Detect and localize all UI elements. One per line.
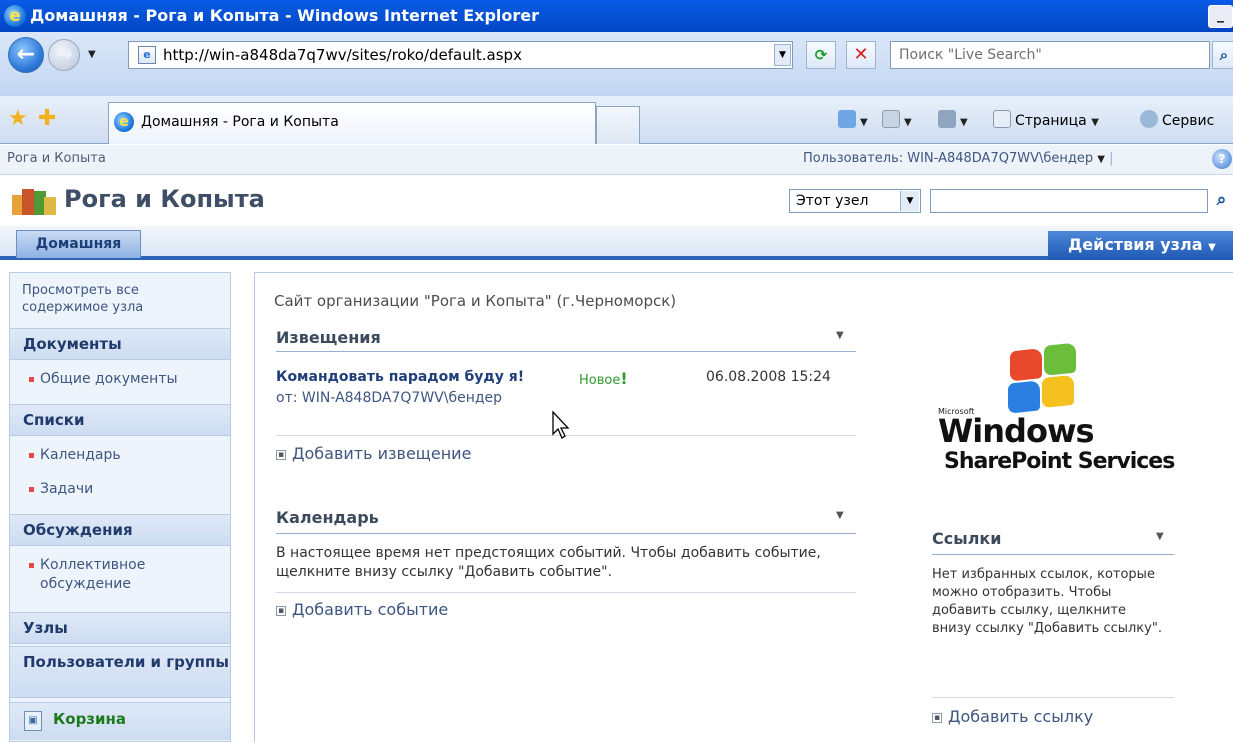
help-icon[interactable]: ?: [1212, 149, 1232, 169]
ie-logo-icon: e: [4, 5, 26, 27]
site-logo-icon: [12, 187, 56, 217]
windows-logo-text: Windows: [938, 412, 1095, 450]
tools-menu[interactable]: Сервис: [1140, 110, 1214, 129]
search-go-icon[interactable]: ⌕: [1212, 41, 1233, 69]
window-titlebar: e Домашняя - Рога и Копыта - Windows Int…: [0, 0, 1233, 32]
home-icon[interactable]: ▼: [838, 110, 868, 129]
bullet-icon: [29, 453, 34, 458]
browser-tab-active[interactable]: Домашняя - Рога и Копыта: [108, 102, 596, 144]
window-title: Домашняя - Рога и Копыта - Windows Inter…: [30, 6, 540, 25]
tab-home[interactable]: Домашняя: [16, 230, 141, 258]
stop-button[interactable]: ✕: [846, 41, 876, 69]
page-menu[interactable]: Страница ▼: [993, 110, 1099, 129]
ql-item-tasks[interactable]: Задачи: [40, 480, 93, 499]
site-search-input[interactable]: [930, 189, 1208, 213]
site-title[interactable]: Рога и Копыта: [64, 185, 265, 213]
ql-item-shared-documents[interactable]: Общие документы: [40, 370, 178, 389]
separator: [932, 697, 1174, 698]
webpart-menu-icon[interactable]: ▼: [1156, 531, 1164, 542]
ql-heading-sites[interactable]: Узлы: [10, 612, 230, 644]
live-search-input[interactable]: Поиск "Live Search": [890, 41, 1210, 69]
mouse-cursor-icon: [552, 410, 570, 439]
ql-heading-lists[interactable]: Списки: [10, 404, 230, 436]
webpart-menu-icon[interactable]: ▼: [836, 330, 844, 341]
webpart-divider: [276, 351, 856, 352]
ql-heading-people-groups[interactable]: Пользователи и группы: [10, 646, 230, 698]
refresh-button[interactable]: ⟳: [806, 41, 836, 69]
add-announcement-link[interactable]: ▪ Добавить извещение: [276, 444, 471, 463]
bullet-icon: [29, 377, 34, 382]
webpart-menu-icon[interactable]: ▼: [836, 510, 844, 521]
address-dropdown-icon[interactable]: ▼: [774, 44, 791, 66]
minimize-button[interactable]: _: [1208, 5, 1233, 28]
windows-flag-icon: [1008, 342, 1078, 415]
ql-item-calendar[interactable]: Календарь: [40, 446, 121, 465]
links-empty-text: Нет избранных ссылок, которые можно отоб…: [932, 567, 1162, 636]
address-input[interactable]: http://win-a848da7q7wv/sites/roko/defaul…: [128, 41, 793, 69]
links-title[interactable]: Ссылки: [932, 529, 1001, 548]
announcement-author[interactable]: от: WIN-A848DA7Q7WV\бендер: [276, 390, 502, 406]
webpart-divider: [932, 554, 1174, 555]
bullet-icon: [29, 563, 34, 568]
back-button[interactable]: ←: [8, 37, 44, 73]
forward-button[interactable]: →: [48, 39, 80, 71]
new-tab-button[interactable]: [596, 106, 640, 144]
user-menu[interactable]: Пользователь: WIN-A848DA7Q7WV\бендер ▼ |: [803, 151, 1113, 166]
ql-item-team-discussion[interactable]: Коллективное обсуждение: [40, 556, 190, 594]
history-dropdown-icon[interactable]: ▼: [88, 49, 96, 60]
add-icon: ▪: [276, 450, 286, 460]
bullet-icon: [29, 487, 34, 492]
global-breadcrumb[interactable]: Рога и Копыта: [7, 151, 106, 166]
add-link-link[interactable]: ▪ Добавить ссылку: [932, 707, 1093, 726]
add-icon: ▪: [276, 606, 286, 616]
site-description: Сайт организации "Рога и Копыта" (г.Черн…: [274, 292, 677, 310]
recycle-bin-icon[interactable]: ▣: [24, 711, 42, 731]
view-all-content-link[interactable]: Просмотреть все содержимое узла: [22, 282, 202, 316]
calendar-empty-text: В настоящее время нет предстоящих событи…: [276, 545, 821, 580]
new-badge: Новое!: [579, 369, 628, 388]
add-favorites-icon[interactable]: ✚: [38, 106, 56, 131]
ql-heading-documents[interactable]: Документы: [10, 328, 230, 360]
feeds-icon[interactable]: ▼: [882, 110, 912, 129]
add-event-link[interactable]: ▪ Добавить событие: [276, 600, 448, 619]
ql-heading-discussions[interactable]: Обсуждения: [10, 514, 230, 546]
sharepoint-services-logo-text: SharePoint Services: [944, 449, 1175, 474]
announcements-title[interactable]: Извещения: [276, 328, 381, 347]
announcement-date: 06.08.2008 15:24: [706, 369, 831, 385]
add-icon: ▪: [932, 713, 942, 723]
print-icon[interactable]: ▼: [938, 110, 968, 129]
scope-dropdown-icon[interactable]: ▼: [900, 191, 919, 211]
tab-ie-icon: e: [114, 112, 134, 132]
site-search-icon[interactable]: ⌕: [1210, 189, 1233, 213]
main-content-area: [254, 272, 1233, 742]
webpart-divider: [276, 533, 856, 534]
page-icon: e: [138, 46, 156, 64]
site-actions-menu[interactable]: Действия узла ▼: [1048, 231, 1233, 260]
separator: [276, 592, 856, 593]
announcement-item-title[interactable]: Командовать парадом буду я!: [276, 369, 524, 385]
favorites-star-icon[interactable]: ★: [8, 106, 28, 131]
recycle-bin-link[interactable]: Корзина: [53, 710, 126, 728]
calendar-title[interactable]: Календарь: [276, 508, 379, 527]
